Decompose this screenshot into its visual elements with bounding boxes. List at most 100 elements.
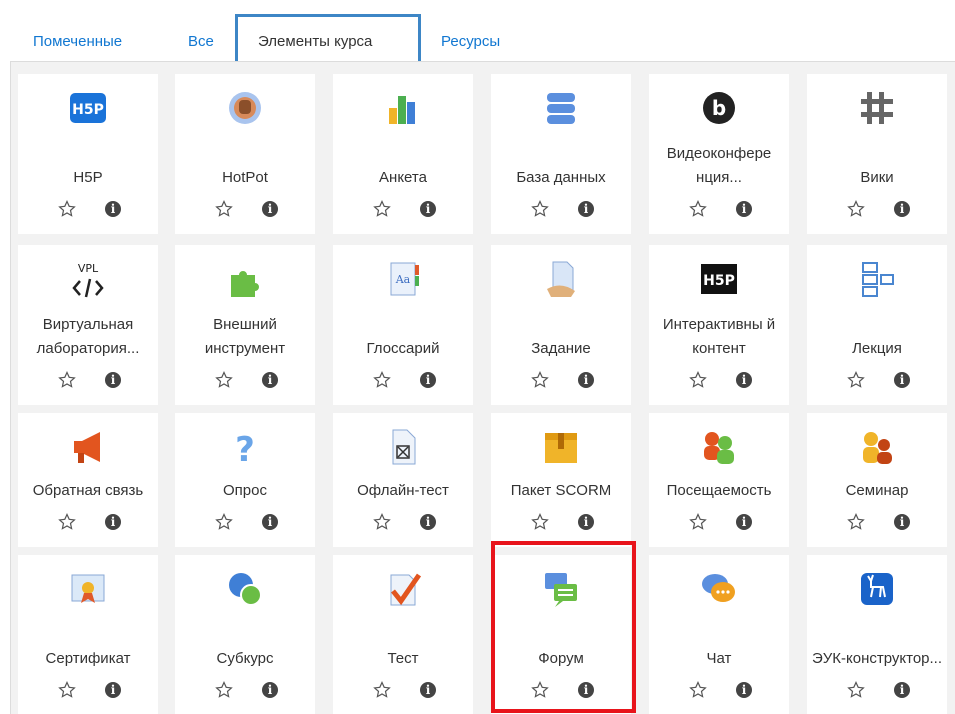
activity-tile[interactable]: База данных i [491, 74, 631, 234]
activity-actions: i [807, 200, 947, 222]
star-icon[interactable] [373, 513, 391, 531]
info-icon[interactable]: i [894, 201, 910, 217]
star-icon[interactable] [847, 371, 865, 389]
star-icon[interactable] [689, 200, 707, 218]
star-icon[interactable] [215, 681, 233, 699]
info-icon[interactable]: i [578, 372, 594, 388]
svg-text:b: b [712, 96, 726, 120]
activity-label: Глоссарий [366, 340, 440, 357]
info-icon[interactable]: i [420, 372, 436, 388]
star-icon[interactable] [689, 371, 707, 389]
tab-activities[interactable]: Элементы курса [258, 33, 372, 50]
star-icon[interactable] [373, 200, 391, 218]
activity-tile[interactable]: ЭУК-конструктор... i [807, 555, 947, 714]
star-icon[interactable] [373, 371, 391, 389]
question-icon: ? [225, 427, 265, 470]
activity-tile[interactable]: Лекция i [807, 245, 947, 405]
info-icon[interactable]: i [105, 372, 121, 388]
activity-tile[interactable]: H5P Интерактивны й контент i [649, 245, 789, 405]
activity-actions: i [333, 513, 473, 535]
star-icon[interactable] [215, 200, 233, 218]
activity-tile[interactable]: Сертификат i [18, 555, 158, 714]
star-icon[interactable] [847, 681, 865, 699]
activity-tile[interactable]: Посещаемость i [649, 413, 789, 547]
star-icon[interactable] [531, 371, 549, 389]
activity-tile[interactable]: HotPot i [175, 74, 315, 234]
activity-tile[interactable]: Задание i [491, 245, 631, 405]
activity-tile[interactable]: Субкурс i [175, 555, 315, 714]
lesson-icon [857, 259, 897, 299]
activity-label: Внешний инструмент [204, 316, 286, 357]
info-icon[interactable]: i [262, 514, 278, 530]
tab-starred[interactable]: Помеченные [33, 33, 122, 50]
activity-label: Семинар [845, 482, 909, 499]
star-icon[interactable] [689, 681, 707, 699]
activity-tile[interactable]: H5P H5P i [18, 74, 158, 234]
subcourse-icon [225, 569, 265, 609]
info-icon[interactable]: i [105, 201, 121, 217]
star-icon[interactable] [531, 200, 549, 218]
activity-label: Вики [860, 169, 894, 186]
bigbluebutton-icon: b [699, 88, 739, 128]
star-icon[interactable] [215, 513, 233, 531]
activity-tile[interactable]: Обратная связь i [18, 413, 158, 547]
activity-actions: i [491, 681, 631, 703]
activity-label: Посещаемость [666, 482, 772, 499]
star-icon[interactable] [531, 681, 549, 699]
info-icon[interactable]: i [578, 514, 594, 530]
info-icon[interactable]: i [894, 372, 910, 388]
star-icon[interactable] [531, 513, 549, 531]
activity-tile[interactable]: Тест i [333, 555, 473, 714]
info-icon[interactable]: i [262, 682, 278, 698]
info-icon[interactable]: i [736, 682, 752, 698]
info-icon[interactable]: i [578, 201, 594, 217]
activity-tile[interactable]: Aa Глоссарий i [333, 245, 473, 405]
activity-tile[interactable]: ? Опрос i [175, 413, 315, 547]
info-icon[interactable]: i [262, 201, 278, 217]
activity-actions: i [175, 513, 315, 535]
activity-actions: i [333, 681, 473, 703]
activity-actions: i [649, 513, 789, 535]
activity-tile[interactable]: Форум i [491, 555, 631, 714]
activity-tile[interactable]: Офлайн-тест i [333, 413, 473, 547]
activity-tile[interactable]: Пакет SCORM i [491, 413, 631, 547]
activity-tile[interactable]: Семинар i [807, 413, 947, 547]
tab-all[interactable]: Все [188, 33, 214, 50]
info-icon[interactable]: i [578, 682, 594, 698]
megaphone-icon [68, 427, 108, 467]
info-icon[interactable]: i [105, 514, 121, 530]
activity-tile[interactable]: Анкета i [333, 74, 473, 234]
star-icon[interactable] [847, 200, 865, 218]
info-icon[interactable]: i [736, 372, 752, 388]
activity-tile[interactable]: b Видеоконфере нция... i [649, 74, 789, 234]
star-icon[interactable] [58, 513, 76, 531]
assignment-icon [541, 259, 581, 299]
activity-label: База данных [516, 169, 606, 186]
star-icon[interactable] [373, 681, 391, 699]
info-icon[interactable]: i [420, 682, 436, 698]
activity-tile[interactable]: Вики i [807, 74, 947, 234]
star-icon[interactable] [58, 200, 76, 218]
star-icon[interactable] [215, 371, 233, 389]
info-icon[interactable]: i [420, 514, 436, 530]
info-icon[interactable]: i [736, 201, 752, 217]
tab-resources[interactable]: Ресурсы [441, 33, 500, 50]
info-icon[interactable]: i [420, 201, 436, 217]
svg-text:?: ? [235, 430, 255, 467]
activity-label: Интерактивны й контент [662, 316, 776, 357]
info-icon[interactable]: i [262, 372, 278, 388]
info-icon[interactable]: i [894, 514, 910, 530]
star-icon[interactable] [58, 681, 76, 699]
activity-actions: i [175, 200, 315, 222]
star-icon[interactable] [689, 513, 707, 531]
star-icon[interactable] [58, 371, 76, 389]
activity-tile[interactable]: Чат i [649, 555, 789, 714]
svg-text:H5P: H5P [703, 273, 735, 289]
activity-tile[interactable]: VPL Виртуальная лаборатория... i [18, 245, 158, 405]
activity-tile[interactable]: Внешний инструмент i [175, 245, 315, 405]
info-icon[interactable]: i [105, 682, 121, 698]
activity-actions: i [333, 200, 473, 222]
info-icon[interactable]: i [894, 682, 910, 698]
star-icon[interactable] [847, 513, 865, 531]
info-icon[interactable]: i [736, 514, 752, 530]
